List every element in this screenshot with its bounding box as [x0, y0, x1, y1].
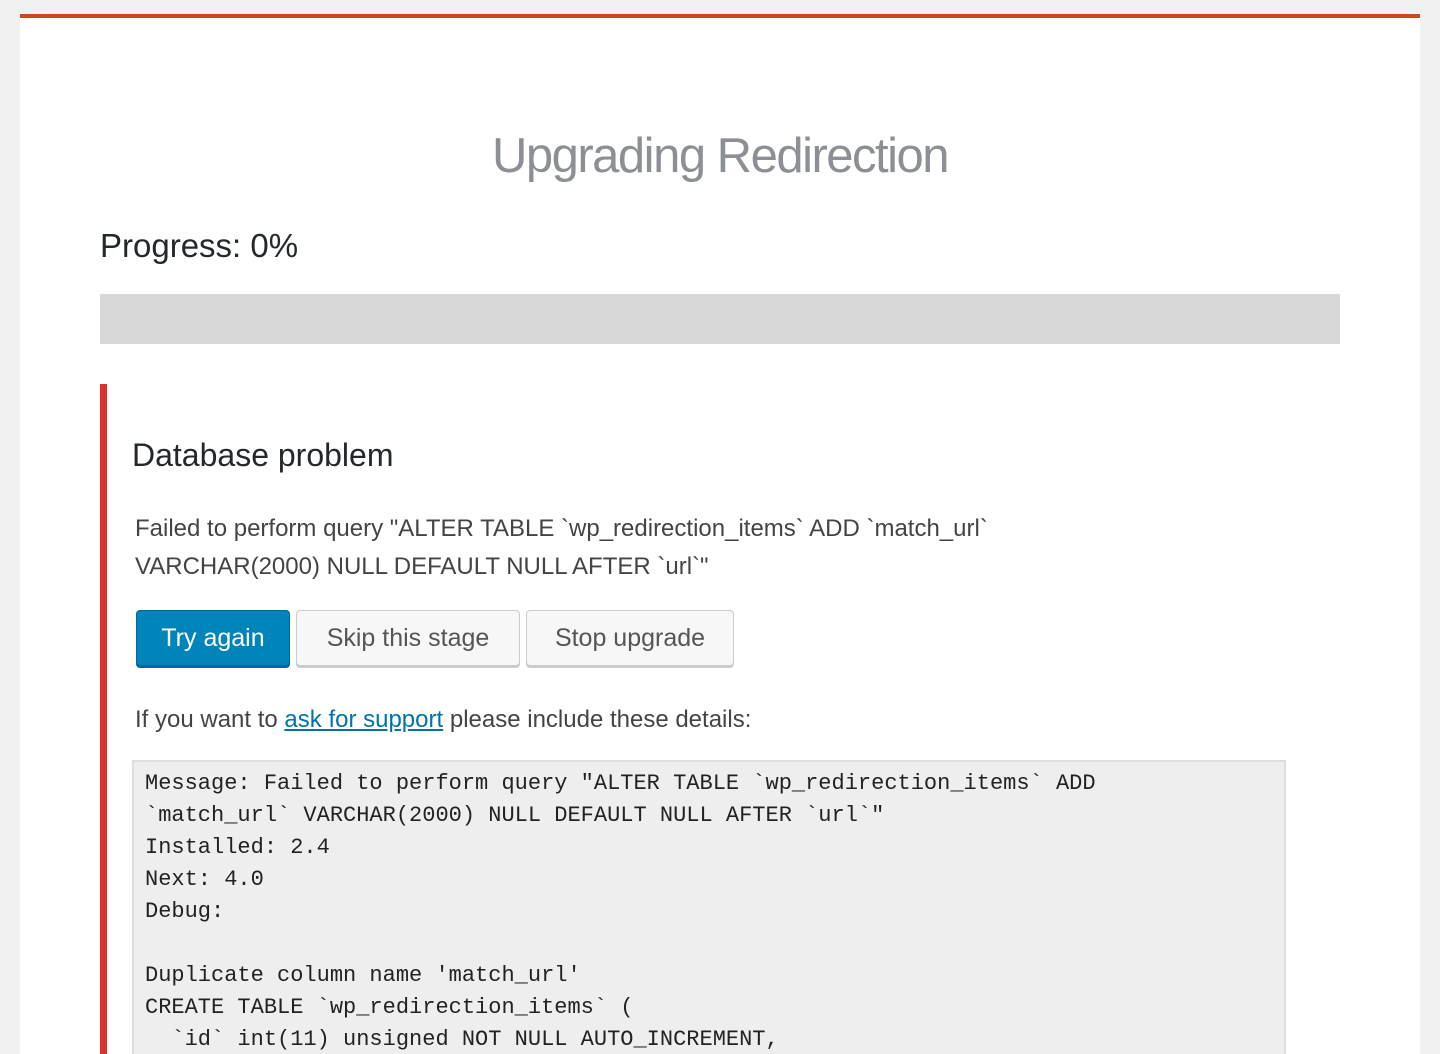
support-prefix: If you want to — [135, 706, 285, 733]
stop-upgrade-button[interactable]: Stop upgrade — [526, 610, 734, 666]
try-again-button[interactable]: Try again — [136, 610, 290, 666]
error-message: Failed to perform query "ALTER TABLE `wp… — [135, 515, 988, 580]
error-heading: Database problem — [132, 437, 394, 473]
support-text: If you want to ask for support please in… — [135, 702, 751, 738]
upgrade-panel: Upgrading Redirection Progress: 0% Datab… — [20, 14, 1420, 1054]
page-title: Upgrading Redirection — [491, 129, 950, 183]
progress-bar — [100, 294, 1340, 344]
ask-for-support-link[interactable]: ask for support — [284, 706, 443, 733]
support-suffix: please include these details: — [443, 706, 752, 733]
error-notice: Database problem Failed to perform query… — [100, 384, 1340, 1054]
progress-label: Progress: 0% — [100, 227, 299, 264]
skip-stage-button[interactable]: Skip this stage — [296, 610, 520, 666]
debug-details[interactable]: Message: Failed to perform query "ALTER … — [132, 760, 1286, 1054]
